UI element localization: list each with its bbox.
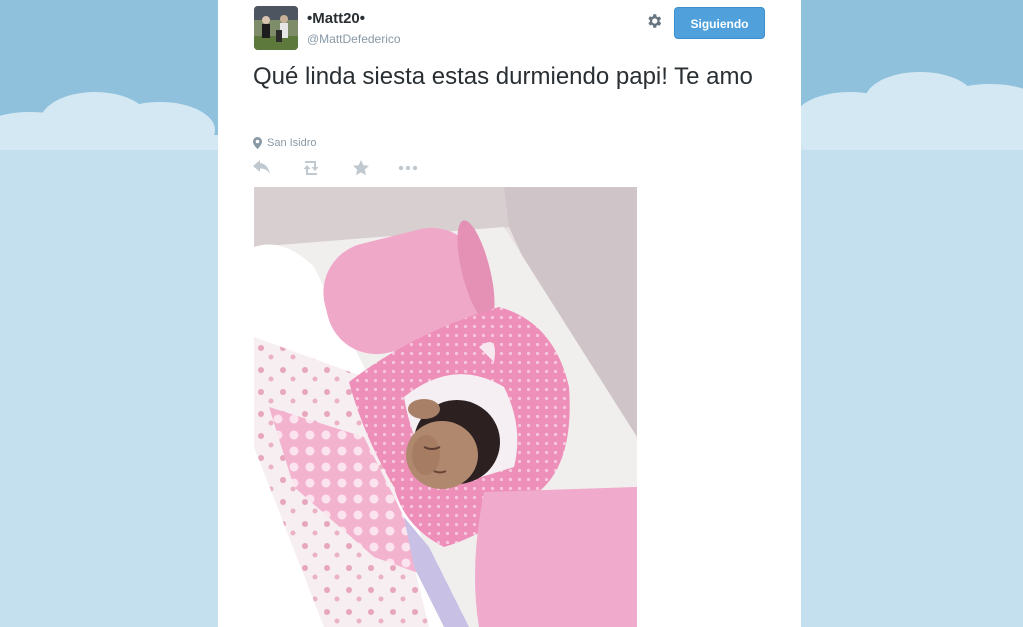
location-label: San Isidro (267, 137, 317, 149)
star-icon[interactable] (353, 160, 369, 176)
more-icon[interactable] (398, 160, 418, 176)
map-pin-icon (253, 137, 262, 149)
reply-icon[interactable] (253, 160, 271, 176)
username[interactable]: @MattDefederico (307, 32, 401, 46)
avatar[interactable] (254, 6, 298, 50)
tweet-text: Qué linda siesta estas durmiendo papi! T… (253, 63, 753, 90)
retweet-icon[interactable] (301, 160, 321, 176)
location[interactable]: San Isidro (253, 136, 317, 150)
following-button[interactable]: Siguiendo (674, 7, 765, 39)
tweet-card: •Matt20• @MattDefederico Siguiendo Qué l… (218, 0, 801, 627)
display-name[interactable]: •Matt20• (307, 10, 365, 27)
gear-icon[interactable] (645, 12, 663, 30)
tweet-photo[interactable] (254, 187, 637, 627)
